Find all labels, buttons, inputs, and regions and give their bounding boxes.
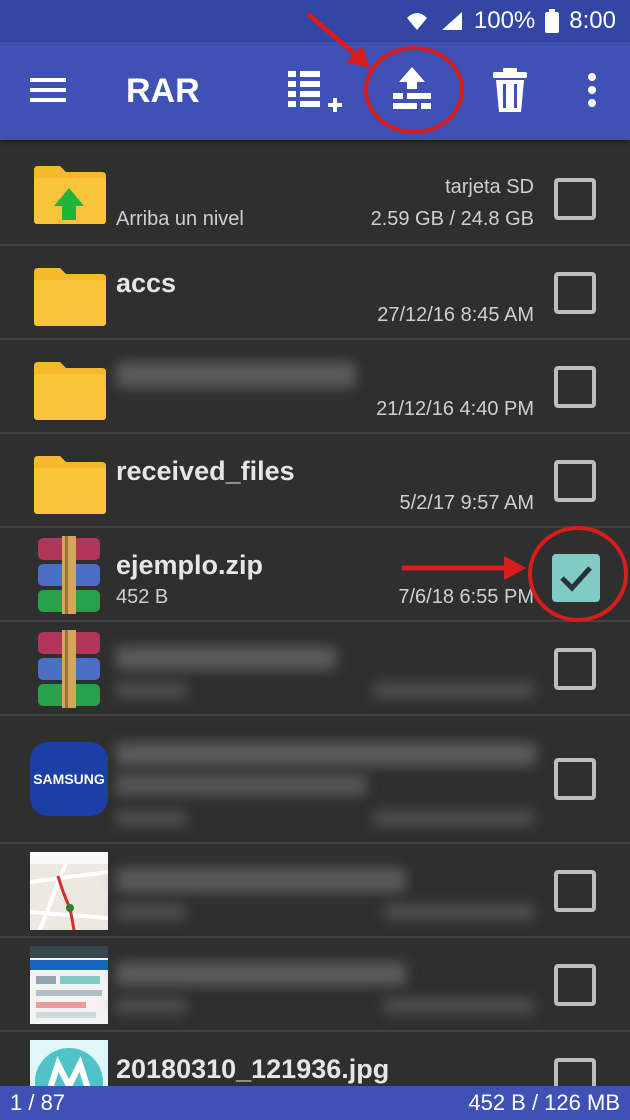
- folder-icon: [34, 268, 106, 326]
- item-name: ejemplo.zip: [116, 550, 264, 580]
- item-date-redacted: [374, 810, 534, 826]
- item-name-redacted: [116, 742, 536, 766]
- item-checkbox[interactable]: [554, 648, 596, 690]
- item-checkbox[interactable]: [554, 1058, 596, 1086]
- item-date-redacted: [384, 904, 534, 920]
- list-item[interactable]: received_files 5/2/17 9:57 AM: [0, 434, 630, 528]
- screenshot-thumbnail-icon: [30, 946, 108, 1024]
- list-item-up-level[interactable]: Arriba un nivel tarjeta SD 2.59 GB / 24.…: [0, 150, 630, 246]
- item-checkbox-checked[interactable]: [552, 554, 600, 602]
- app-title: RAR: [126, 72, 200, 110]
- item-checkbox[interactable]: [554, 964, 596, 1006]
- delete-button[interactable]: [480, 60, 540, 120]
- menu-icon: [30, 78, 66, 102]
- item-storage: 2.59 GB / 24.8 GB: [370, 208, 534, 230]
- list-item[interactable]: accs 27/12/16 8:45 AM: [0, 246, 630, 340]
- item-checkbox[interactable]: [554, 758, 596, 800]
- list-item[interactable]: [0, 844, 630, 938]
- selection-size: 452 B / 126 MB: [468, 1090, 620, 1115]
- item-checkbox[interactable]: [554, 460, 596, 502]
- more-icon: [588, 73, 596, 107]
- menu-button[interactable]: [18, 60, 78, 120]
- file-list: Arriba un nivel tarjeta SD 2.59 GB / 24.…: [0, 140, 630, 1086]
- samsung-logo-text: SAMSUNG: [33, 771, 105, 787]
- wifi-icon: [404, 10, 430, 32]
- folder-icon: [34, 456, 106, 514]
- extract-icon: [393, 67, 431, 109]
- more-options-button[interactable]: [562, 60, 622, 120]
- item-date: 5/2/17 9:57 AM: [399, 492, 534, 514]
- list-item[interactable]: 20180310_121936.jpg: [0, 1032, 630, 1086]
- item-size-redacted: [116, 810, 186, 826]
- archive-icon: [38, 536, 100, 614]
- item-checkbox[interactable]: [554, 870, 596, 912]
- item-name: received_files: [116, 456, 295, 486]
- bottom-status-bar: 1 / 87 452 B / 126 MB: [0, 1086, 630, 1120]
- battery-icon: [545, 9, 560, 33]
- list-item[interactable]: [0, 622, 630, 716]
- item-name: 20180310_121936.jpg: [116, 1054, 390, 1084]
- item-name-redacted-line2: [116, 774, 366, 796]
- item-size-redacted: [116, 904, 186, 920]
- item-date-redacted: [374, 682, 534, 698]
- item-checkbox[interactable]: [554, 366, 596, 408]
- archive-icon: [38, 630, 100, 708]
- item-name: accs: [116, 268, 177, 298]
- item-date: 7/6/18 6:55 PM: [398, 586, 534, 608]
- item-date-redacted: [384, 998, 534, 1014]
- samsung-logo-icon: SAMSUNG: [30, 742, 108, 816]
- list-item[interactable]: SAMSUNG: [0, 716, 630, 844]
- item-date: 21/12/16 4:40 PM: [376, 398, 534, 420]
- item-name-redacted: [116, 962, 406, 986]
- item-name-redacted: [116, 362, 356, 388]
- checkmark-icon: [560, 566, 592, 592]
- item-date: 27/12/16 8:45 AM: [377, 304, 534, 326]
- folder-up-icon: [34, 166, 106, 224]
- item-name-redacted: [116, 646, 336, 670]
- item-location: tarjeta SD: [445, 176, 534, 198]
- extract-button[interactable]: [382, 60, 442, 120]
- motorola-logo-icon: [30, 1040, 108, 1086]
- item-checkbox[interactable]: [554, 272, 596, 314]
- item-name-redacted: [116, 868, 406, 892]
- clock: 8:00: [569, 7, 616, 34]
- list-item-selected[interactable]: ejemplo.zip 452 B 7/6/18 6:55 PM: [0, 528, 630, 622]
- list-item[interactable]: 21/12/16 4:40 PM: [0, 340, 630, 434]
- item-subtitle: Arriba un nivel: [116, 208, 244, 230]
- add-to-archive-icon: [288, 71, 342, 112]
- battery-percent: 100%: [473, 7, 536, 34]
- folder-icon: [34, 362, 106, 420]
- map-thumbnail-icon: [30, 852, 108, 930]
- item-size: 452 B: [116, 586, 169, 608]
- add-to-archive-button[interactable]: [284, 60, 344, 120]
- delete-icon: [493, 68, 527, 112]
- signal-icon: [440, 10, 464, 32]
- list-item[interactable]: [0, 938, 630, 1032]
- item-size-redacted: [116, 682, 186, 698]
- file-position: 1 / 87: [10, 1090, 66, 1115]
- app-bar: RAR: [0, 42, 630, 140]
- item-size-redacted: [116, 998, 186, 1014]
- status-bar: 100% 8:00: [0, 0, 630, 42]
- item-checkbox[interactable]: [554, 178, 596, 220]
